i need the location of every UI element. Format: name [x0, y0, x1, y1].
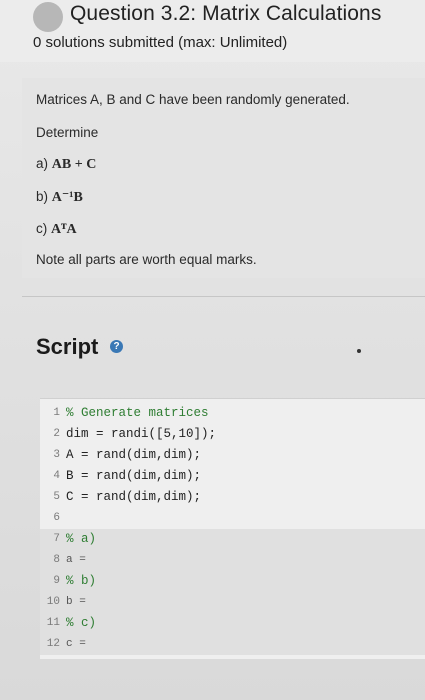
code-text: c = — [66, 638, 86, 650]
part-c-label: c) — [36, 221, 48, 236]
code-line[interactable]: 8 a = — [40, 550, 425, 571]
line-number: 8 — [53, 554, 60, 566]
code-line[interactable]: 3 A = rand(dim,dim); — [40, 445, 425, 466]
submission-count: 0 solutions submitted (max: Unlimited) — [33, 34, 288, 51]
part-a-expression: AB + C — [51, 157, 97, 172]
problem-description: Matrices A, B and C have been randomly g… — [22, 78, 425, 278]
code-line[interactable]: 6 — [40, 508, 425, 529]
more-icon[interactable] — [357, 349, 361, 353]
code-text: A = rand(dim,dim); — [66, 448, 202, 462]
line-number: 2 — [53, 428, 60, 440]
part-a: a) AB + C — [36, 156, 96, 173]
page: Question 3.2: Matrix Calculations 0 solu… — [0, 0, 425, 700]
part-a-label: a) — [36, 156, 49, 171]
code-line[interactable]: 12 c = — [40, 634, 425, 655]
line-number: 7 — [53, 533, 60, 545]
line-number: 5 — [53, 491, 60, 503]
code-text: % a) — [66, 532, 97, 546]
code-line[interactable]: 11 % c) — [40, 613, 425, 634]
part-c-expression: AᵀA — [51, 222, 77, 237]
code-text: b = — [66, 596, 86, 608]
question-header: Question 3.2: Matrix Calculations 0 solu… — [0, 0, 425, 62]
part-b-label: b) — [36, 189, 49, 204]
determine-text: Determine — [36, 125, 99, 140]
code-text: % b) — [66, 574, 97, 588]
line-number: 9 — [53, 575, 60, 587]
help-icon[interactable]: ? — [110, 340, 123, 353]
line-number: 12 — [46, 638, 60, 650]
code-editor[interactable]: 1 % Generate matrices 2 dim = randi([5,10])… — [40, 398, 425, 659]
code-line[interactable]: 5 C = rand(dim,dim); — [40, 487, 425, 508]
script-heading: Script — [36, 334, 99, 359]
question-title: Question 3.2: Matrix Calculations — [70, 2, 382, 25]
code-text: % Generate matrices — [66, 406, 209, 420]
line-number: 4 — [53, 470, 60, 482]
line-number: 6 — [53, 512, 60, 524]
code-text: a = — [66, 554, 86, 566]
code-text: B = rand(dim,dim); — [66, 469, 202, 483]
code-text: dim = randi([5,10]); — [66, 427, 217, 441]
intro-text: Matrices A, B and C have been randomly g… — [36, 92, 350, 107]
part-b-expression: A⁻¹B — [51, 190, 83, 205]
avatar — [33, 2, 63, 32]
part-b: b) A⁻¹B — [36, 189, 83, 206]
code-line[interactable]: 7 % a) — [40, 529, 425, 550]
code-line[interactable]: 4 B = rand(dim,dim); — [40, 466, 425, 487]
line-number: 3 — [53, 449, 60, 461]
code-text: % c) — [66, 616, 97, 630]
code-line[interactable]: 2 dim = randi([5,10]); — [40, 424, 425, 445]
note-text: Note all parts are worth equal marks. — [36, 252, 257, 267]
line-number: 1 — [53, 407, 60, 419]
line-number: 10 — [46, 596, 60, 608]
code-line[interactable]: 10 b = — [40, 592, 425, 613]
code-line[interactable]: 1 % Generate matrices — [40, 403, 425, 424]
code-text: C = rand(dim,dim); — [66, 490, 202, 504]
code-line[interactable]: 9 % b) — [40, 571, 425, 592]
line-number: 11 — [46, 617, 60, 629]
section-divider — [22, 296, 425, 297]
part-c: c) AᵀA — [36, 221, 77, 238]
